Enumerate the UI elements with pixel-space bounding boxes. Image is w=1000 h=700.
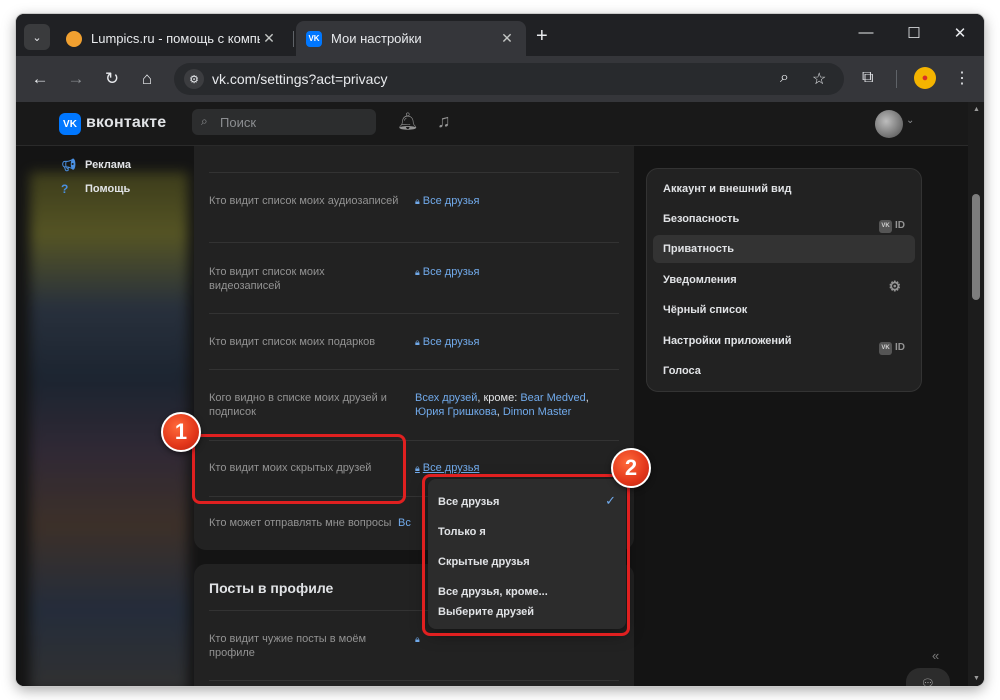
- divider: [209, 172, 619, 173]
- search-icon: ⌕: [201, 114, 208, 128]
- setting-value-link[interactable]: 🔒︎: [415, 632, 423, 646]
- setting-label: Кто видит список моих аудиозаписей: [209, 195, 399, 207]
- tab-close-icon[interactable]: ✕: [260, 30, 278, 47]
- menu-item-security[interactable]: Безопасность VK ID: [653, 205, 915, 233]
- forward-icon[interactable]: →: [66, 69, 86, 89]
- menu-item-notifications[interactable]: Уведомления ⚙: [653, 266, 915, 294]
- tab-title: Мои настройки: [331, 31, 422, 46]
- tab-strip: ⌄ Lumpics.ru - помощь с компью ✕ VK Мои …: [16, 14, 984, 56]
- url-text[interactable]: vk.com/settings?act=privacy: [212, 71, 387, 87]
- settings-side-menu: Аккаунт и внешний вид Безопасность VK ID П…: [646, 168, 922, 392]
- annotation-marker-1: 1: [161, 412, 201, 452]
- setting-value-complex[interactable]: Всех друзей, кроме: Bear Medved, Юрия Гри…: [415, 391, 605, 419]
- chat-bubble-icon[interactable]: 💬︎: [906, 668, 950, 686]
- divider: [209, 313, 619, 314]
- browser-toolbar: ← → ↻ ⌂ ⚙ vk.com/settings?act=privacy ⌕ …: [16, 56, 984, 102]
- address-bar[interactable]: ⚙ vk.com/settings?act=privacy ⌕ ☆: [174, 63, 844, 95]
- reload-icon[interactable]: ↻: [102, 69, 122, 89]
- tab-close-icon[interactable]: ✕: [498, 30, 516, 47]
- tab-title: Lumpics.ru - помощь с компью: [91, 31, 260, 46]
- scroll-thumb[interactable]: [972, 194, 980, 300]
- scroll-up-icon[interactable]: ▲: [973, 106, 980, 113]
- vk-header: VK вконтакте ⌕ 🔔︎ ♫ ⌄: [16, 102, 968, 146]
- setting-value-link[interactable]: 🔒︎ Все друзья: [415, 194, 479, 208]
- profile-avatar-icon[interactable]: ●: [914, 67, 936, 89]
- new-tab-button[interactable]: +: [536, 26, 548, 46]
- divider: [209, 369, 619, 370]
- tab-search-button[interactable]: ⌄: [24, 24, 50, 50]
- lock-icon: 🔒︎: [415, 337, 420, 347]
- annotation-highlight-1: [192, 434, 406, 504]
- setting-label: Кто может отправлять мне вопросы: [209, 517, 392, 529]
- setting-value-link[interactable]: 🔒︎ Все друзья: [415, 461, 479, 475]
- music-icon[interactable]: ♫: [437, 111, 451, 132]
- setting-label: Кто видит список моих подарков: [209, 336, 376, 348]
- tab-lumpics[interactable]: Lumpics.ru - помощь с компью ✕: [56, 21, 288, 56]
- page-viewport: VK вконтакте ⌕ 🔔︎ ♫ ⌄ 📢︎ Реклама ? Помощ…: [16, 102, 968, 686]
- menu-item-privacy[interactable]: Приватность: [653, 235, 915, 263]
- scroll-down-icon[interactable]: ▼: [973, 675, 980, 682]
- divider: [209, 242, 619, 243]
- maximize-icon[interactable]: ☐: [904, 24, 924, 42]
- annotation-marker-2: 2: [611, 448, 651, 488]
- page-scrollbar[interactable]: ▲ ▼: [968, 102, 984, 686]
- section-title: Посты в профиле: [209, 580, 334, 596]
- vk-brand-name[interactable]: вконтакте: [86, 114, 166, 132]
- menu-item-account[interactable]: Аккаунт и внешний вид: [653, 175, 915, 203]
- bookmark-star-icon[interactable]: ☆: [812, 69, 826, 89]
- megaphone-icon: 📢︎: [61, 158, 77, 172]
- menu-item-votes[interactable]: Голоса: [653, 357, 915, 385]
- toolbar-separator: [896, 70, 897, 88]
- extensions-icon[interactable]: ⧉: [862, 69, 873, 87]
- help-circle-icon: ?: [61, 182, 69, 196]
- leftnav-item-ads[interactable]: 📢︎ Реклама: [61, 158, 131, 172]
- leftnav-item-help[interactable]: ? Помощь: [61, 182, 130, 196]
- zoom-icon[interactable]: ⌕: [780, 69, 789, 87]
- setting-value-link[interactable]: 🔒︎ Все друзья: [415, 265, 479, 279]
- lock-icon: 🔒︎: [415, 196, 420, 206]
- vk-icon: VK: [879, 219, 892, 233]
- site-settings-icon[interactable]: ⚙: [184, 69, 204, 89]
- minimize-icon[interactable]: —: [856, 24, 876, 41]
- setting-label: Кого видно в списке моих друзей и подпис…: [209, 392, 387, 418]
- lock-icon: 🔒︎: [415, 463, 420, 473]
- lock-icon: 🔒︎: [415, 267, 420, 277]
- browser-menu-icon[interactable]: ⋮: [954, 68, 970, 88]
- menu-item-blacklist[interactable]: Чёрный список: [653, 296, 915, 324]
- vk-favicon-icon: VK: [306, 30, 322, 47]
- collapse-chevrons-icon[interactable]: «: [932, 648, 939, 663]
- divider: [209, 680, 619, 681]
- chevron-down-icon[interactable]: ⌄: [906, 115, 914, 126]
- annotation-highlight-2: [422, 474, 630, 636]
- lumpics-favicon-icon: [66, 30, 82, 47]
- browser-window: ⌄ Lumpics.ru - помощь с компью ✕ VK Мои …: [16, 14, 984, 686]
- close-window-icon[interactable]: ✕: [950, 24, 970, 42]
- leftnav-label: Реклама: [85, 159, 132, 171]
- notifications-bell-icon[interactable]: 🔔︎: [397, 112, 419, 132]
- setting-value-link[interactable]: Вс: [398, 516, 411, 530]
- tab-vk-settings[interactable]: VK Мои настройки ✕: [296, 21, 526, 56]
- home-icon[interactable]: ⌂: [137, 69, 157, 89]
- menu-item-app-settings[interactable]: Настройки приложений VK ID: [653, 327, 915, 355]
- leftnav-label: Помощь: [85, 183, 131, 195]
- search-input[interactable]: [220, 113, 370, 131]
- lock-icon: 🔒︎: [415, 634, 420, 644]
- setting-value-link[interactable]: 🔒︎ Все друзья: [415, 335, 479, 349]
- setting-label: Кто видит чужие посты в моём профиле: [209, 633, 367, 659]
- vk-logo-icon[interactable]: VK: [59, 113, 81, 135]
- tab-separator: [293, 31, 294, 47]
- user-avatar[interactable]: [875, 110, 903, 138]
- setting-label: Кто видит список моих видеозаписей: [209, 266, 325, 292]
- vk-icon: VK: [879, 341, 892, 355]
- back-icon[interactable]: ←: [30, 69, 50, 89]
- vk-search-box[interactable]: ⌕: [192, 109, 376, 135]
